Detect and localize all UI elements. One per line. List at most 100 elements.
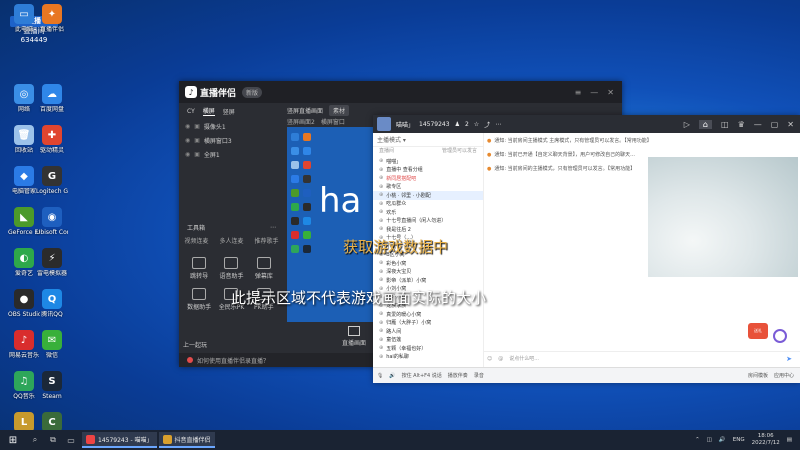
channel-item[interactable]: ⊕ 欢乐 [373, 208, 483, 217]
app-center[interactable]: 应用中心 [774, 372, 794, 379]
live-app-name: 直播伴侣 [200, 88, 237, 99]
tool-multi-link[interactable]: 多人连麦 [219, 236, 243, 245]
room-template[interactable]: 房间模板 [748, 372, 768, 379]
gift-button[interactable]: 送礼 [748, 323, 768, 339]
task-view-icon[interactable]: ⧉ [44, 435, 62, 445]
channel-item[interactable]: ⊕ 喵喵」 [373, 157, 483, 166]
desktop-icon[interactable]: ✉ 微信 [36, 330, 68, 359]
scene-item[interactable]: ◉ ▣ 全屏1 [179, 147, 284, 161]
video-panel[interactable] [648, 157, 798, 277]
toolbox-more-icon[interactable]: ⋯ [270, 224, 276, 231]
room-title-bar[interactable]: 喵喵」 14579243 ♟ 2 ☆ ⤴ ⋯ ▷ ⌂ ◫ ♛ — ▢ ✕ [373, 115, 800, 133]
channel-item[interactable]: ⊕ 十七号直播间（闲人勿进） [373, 217, 483, 226]
mic-icon[interactable]: 🎙 [377, 373, 383, 379]
desktop-icon[interactable]: G Logitech G HUB [36, 166, 68, 195]
channel-item[interactable]: ⊕ 深夜大宝贝 [373, 268, 483, 277]
lock-icon[interactable]: ▣ [194, 151, 200, 158]
emoji-icon[interactable]: ☺ [487, 356, 492, 362]
channel-item[interactable]: ⊕ 直播中 查看分组 [373, 166, 483, 175]
channel-item[interactable]: ⊕ 影帝（派单）小窝 [373, 276, 483, 285]
notification-icon[interactable]: ▤ [787, 437, 792, 443]
ring-icon[interactable] [773, 329, 787, 343]
channel-item[interactable]: ⊕ 小桃 · 邻里 · 小剧配 [373, 191, 483, 200]
eye-icon[interactable]: ◉ [185, 151, 190, 158]
channel-item[interactable]: ⊕ 五颗（幸福也好） [373, 344, 483, 353]
game-icon[interactable]: ◫ [721, 120, 729, 129]
desktop-icon[interactable]: ☁ 百度网盘 [36, 84, 68, 113]
desktop-icon[interactable]: ⚡ 雷电模拟器 [36, 248, 68, 277]
desktop-icon[interactable]: S Steam [36, 371, 68, 400]
share-icon[interactable]: ⤴ [484, 120, 490, 129]
live-version-pill[interactable]: 新版 [242, 86, 263, 98]
channel-item[interactable]: ⊕ 归雁（大胖子）小窝 [373, 319, 483, 328]
clock[interactable]: 18:06 2022/7/12 [752, 433, 780, 447]
channel-item[interactable]: ⊕ 我是往后 2 [373, 225, 483, 234]
channel-item[interactable]: ⊕ 童伍莲 [373, 336, 483, 345]
start-icon[interactable]: ⊞ [0, 435, 26, 446]
push-to-talk[interactable]: 按住 Alt+F4 说话 [402, 372, 442, 379]
minimize-icon[interactable]: — [590, 88, 598, 97]
tool-item[interactable]: 数据助手 [183, 288, 215, 311]
at-icon[interactable]: @ [498, 356, 503, 362]
desktop-icon[interactable]: Q 腾讯QQ [36, 289, 68, 318]
scene-item[interactable]: ◉ ▣ 摄像头1 [179, 119, 284, 133]
source-pill[interactable]: 素材 [329, 105, 350, 116]
tool-video-link[interactable]: 视频连麦 [184, 236, 208, 245]
channel-item[interactable]: ⊕ hai的私聊 [373, 353, 483, 362]
taskbar-app-room[interactable]: 14579243 - 喵喵」 [82, 432, 157, 448]
channel-label: 真爱的暖心小窝 [386, 311, 422, 318]
go-live-together[interactable]: 上一起玩 [183, 340, 207, 349]
desktop-icon[interactable]: ◉ Ubisoft Connect [36, 207, 68, 236]
menu-icon[interactable]: ≡ [575, 88, 582, 97]
tray-chevron-icon[interactable]: ⌃ [695, 437, 700, 443]
source-sub-item[interactable]: 横屏窗口 [321, 117, 345, 126]
lock-icon[interactable]: ▣ [194, 123, 200, 130]
taskbar-app-live[interactable]: 抖音直播伴侣 [158, 432, 215, 448]
volume-icon[interactable]: 🔊 [719, 437, 726, 443]
close-icon[interactable]: ✕ [787, 120, 794, 129]
eye-icon[interactable]: ◉ [185, 137, 190, 144]
channel-item[interactable]: ⊕ 新同居搭配吧 [373, 174, 483, 183]
send-icon[interactable]: ➤ [786, 355, 792, 363]
maximize-icon[interactable]: ▢ [771, 120, 779, 129]
folder-icon[interactable]: ▭ [62, 436, 80, 445]
play-music[interactable]: 播放伴奏 [448, 372, 468, 379]
lock-icon[interactable]: ▣ [194, 137, 200, 144]
record-button[interactable]: 录音 [474, 372, 484, 379]
desktop-icon[interactable]: ✦ 直播伴侣 [36, 4, 68, 33]
home-icon[interactable]: ⌂ [698, 119, 712, 129]
avatar[interactable] [377, 117, 391, 131]
live-icon[interactable]: ▷ [684, 120, 690, 129]
channel-item[interactable]: ⊕ 歌专区 [373, 183, 483, 192]
favorite-icon[interactable]: ☆ [474, 121, 479, 128]
tool-item[interactable]: 跳转导 [183, 257, 215, 280]
speaker-icon[interactable]: 🔊 [389, 373, 395, 379]
tool-recommend[interactable]: 推荐歌手 [254, 236, 278, 245]
close-icon[interactable]: ✕ [607, 88, 614, 97]
network-icon[interactable]: ◫ [707, 437, 712, 443]
stream-screen-button[interactable]: 直播画面 [339, 326, 369, 347]
source-sub-item[interactable]: 竖屏画面2 [287, 117, 315, 126]
tab-landscape[interactable]: 横屏 [202, 106, 215, 116]
channel-item[interactable]: ⊕ 彩色小窝 [373, 259, 483, 268]
minimize-icon[interactable]: — [754, 120, 762, 129]
channel-item[interactable]: ⊕ 路人间 [373, 327, 483, 336]
room-mode-dropdown[interactable]: 主播模式 ▾ [377, 135, 406, 144]
live-title-bar[interactable]: ♪ 直播伴侣 新版 ≡ — ✕ [179, 81, 622, 103]
search-icon[interactable]: ⌕ [26, 435, 44, 445]
channel-item[interactable]: ⊕ 吃瓜群众 [373, 200, 483, 209]
footer-help-text[interactable]: 如何使用直播伴侣录直播？ [197, 356, 269, 365]
crown-icon[interactable]: ♛ [738, 120, 745, 129]
tab-cy[interactable]: CY [187, 108, 195, 115]
scene-item[interactable]: ◉ ▣ 横屏窗口3 [179, 133, 284, 147]
language-indicator[interactable]: ENG [733, 437, 745, 443]
desktop-icon[interactable]: ✚ 驱动精灵 [36, 125, 68, 154]
message-input[interactable]: 说点什么吧... [509, 355, 539, 362]
tab-portrait[interactable]: 竖屏 [223, 107, 235, 116]
eye-icon[interactable]: ◉ [185, 123, 190, 130]
tool-item[interactable]: 语音助手 [215, 257, 247, 280]
message-input-bar[interactable]: ☺ @ 说点什么吧... ➤ [483, 351, 800, 365]
channel-item[interactable]: ⊕ 真爱的暖心小窝 [373, 310, 483, 319]
more-icon[interactable]: ⋯ [495, 121, 501, 128]
tool-item[interactable]: 弹幕库 [248, 257, 280, 280]
